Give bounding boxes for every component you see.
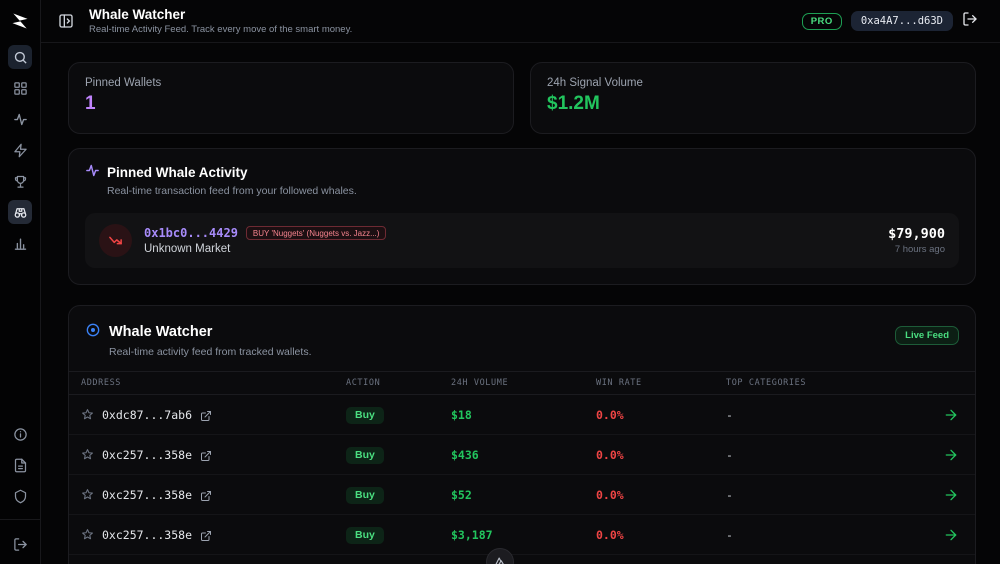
eye-target-icon xyxy=(85,322,101,342)
col-address: ADDRESS xyxy=(81,378,122,388)
table-row[interactable]: 0xdc87...7ab6 Buy $18 0.0% - xyxy=(69,395,975,435)
star-icon[interactable] xyxy=(81,488,94,501)
external-link-icon[interactable] xyxy=(200,489,212,501)
row-volume: $436 xyxy=(451,447,479,462)
star-icon[interactable] xyxy=(81,528,94,541)
row-address: 0xc257...358e xyxy=(102,487,193,502)
row-address: 0xc257...358e xyxy=(102,447,193,462)
pro-badge: PRO xyxy=(801,12,842,30)
external-link-icon[interactable] xyxy=(200,449,212,461)
row-winrate: 0.0% xyxy=(596,487,624,502)
bar-chart-icon[interactable] xyxy=(8,231,32,255)
main-content: Pinned Wallets 1 24h Signal Volume $1.2M… xyxy=(41,43,1000,564)
page-subtitle: Real-time Activity Feed. Track every mov… xyxy=(89,23,353,35)
txn-address[interactable]: 0x1bc0...4429 xyxy=(144,226,238,240)
col-volume: 24H VOLUME xyxy=(451,378,509,388)
arrow-right-icon[interactable] xyxy=(943,487,959,503)
arrow-right-icon[interactable] xyxy=(943,527,959,543)
table-header-row: ADDRESS ACTION 24H VOLUME WIN RATE TOP C… xyxy=(69,371,975,395)
action-badge: Buy xyxy=(346,486,384,504)
binoculars-icon[interactable] xyxy=(8,200,32,224)
disconnect-icon[interactable] xyxy=(962,11,982,31)
pulse-icon xyxy=(85,163,100,181)
external-link-icon[interactable] xyxy=(200,409,212,421)
txn-action-badge: BUY 'Nuggets' (Nuggets vs. Jazz...) xyxy=(245,226,387,240)
live-feed-badge: Live Feed xyxy=(895,326,959,345)
activity-icon[interactable] xyxy=(8,107,32,131)
row-winrate: 0.0% xyxy=(596,527,624,542)
col-winrate: WIN RATE xyxy=(596,378,642,388)
lightning-icon[interactable] xyxy=(8,138,32,162)
table-row[interactable]: 0xc257...358e Buy $436 0.0% - xyxy=(69,435,975,475)
logout-icon[interactable] xyxy=(8,532,32,556)
row-winrate: 0.0% xyxy=(596,447,624,462)
sidebar-divider xyxy=(0,519,40,520)
top-header: Whale Watcher Real-time Activity Feed. T… xyxy=(41,0,1000,43)
pinned-activity-section: Pinned Whale Activity Real-time transact… xyxy=(68,148,976,285)
row-categories: - xyxy=(726,527,733,542)
row-address: 0xc257...358e xyxy=(102,527,193,542)
signal-volume-card: 24h Signal Volume $1.2M xyxy=(530,62,976,134)
shield-icon[interactable] xyxy=(8,484,32,508)
txn-amount: $79,900 xyxy=(888,226,945,242)
action-badge: Buy xyxy=(346,406,384,424)
row-categories: - xyxy=(726,487,733,502)
star-icon[interactable] xyxy=(81,448,94,461)
stat-value: $1.2M xyxy=(547,93,600,114)
row-winrate: 0.0% xyxy=(596,407,624,422)
action-badge: Buy xyxy=(346,526,384,544)
sidebar-toggle-icon[interactable] xyxy=(55,10,77,32)
page-title: Whale Watcher xyxy=(89,7,186,23)
pinned-transaction-row[interactable]: 0x1bc0...4429 BUY 'Nuggets' (Nuggets vs.… xyxy=(85,213,959,268)
col-action: ACTION xyxy=(346,378,381,388)
arrow-right-icon[interactable] xyxy=(943,447,959,463)
info-icon[interactable] xyxy=(8,422,32,446)
stat-label: 24h Signal Volume xyxy=(547,77,643,89)
watcher-table-body: 0xdc87...7ab6 Buy $18 0.0% - 0xc257...35… xyxy=(69,395,975,555)
row-volume: $3,187 xyxy=(451,527,493,542)
txn-market: Unknown Market xyxy=(144,243,231,255)
row-volume: $18 xyxy=(451,407,472,422)
search-icon[interactable] xyxy=(8,45,32,69)
stat-label: Pinned Wallets xyxy=(85,77,162,89)
row-categories: - xyxy=(726,407,733,422)
row-categories: - xyxy=(726,447,733,462)
col-categories: TOP CATEGORIES xyxy=(726,378,807,388)
row-address: 0xdc87...7ab6 xyxy=(102,407,193,422)
document-icon[interactable] xyxy=(8,453,32,477)
external-link-icon[interactable] xyxy=(200,529,212,541)
star-icon[interactable] xyxy=(81,408,94,421)
section-subtitle: Real-time transaction feed from your fol… xyxy=(107,185,357,197)
dashboard-grid-icon[interactable] xyxy=(8,76,32,100)
pinned-wallets-card: Pinned Wallets 1 xyxy=(68,62,514,134)
trending-down-icon xyxy=(99,224,132,257)
trophy-icon[interactable] xyxy=(8,169,32,193)
sidebar xyxy=(0,0,41,564)
section-title: Pinned Whale Activity xyxy=(107,164,248,180)
row-volume: $52 xyxy=(451,487,472,502)
stat-value: 1 xyxy=(85,93,96,114)
txn-time: 7 hours ago xyxy=(894,244,945,255)
table-row[interactable]: 0xc257...358e Buy $52 0.0% - xyxy=(69,475,975,515)
whale-watcher-section: Whale Watcher Real-time activity feed fr… xyxy=(68,305,976,564)
table-row[interactable]: 0xc257...358e Buy $3,187 0.0% - xyxy=(69,515,975,555)
app-logo-icon xyxy=(10,11,30,31)
section-title: Whale Watcher xyxy=(109,324,213,340)
arrow-right-icon[interactable] xyxy=(943,407,959,423)
action-badge: Buy xyxy=(346,446,384,464)
section-subtitle: Real-time activity feed from tracked wal… xyxy=(109,346,312,358)
wallet-address-pill[interactable]: 0xa4A7...d63D xyxy=(850,11,953,31)
